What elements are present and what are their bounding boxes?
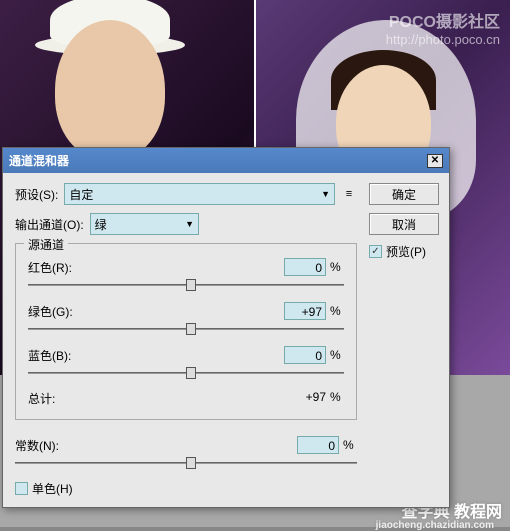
red-slider[interactable] <box>28 278 344 292</box>
percent-unit: % <box>330 348 344 362</box>
monochrome-label: 单色(H) <box>32 480 73 497</box>
constant-value[interactable]: 0 <box>297 436 339 454</box>
blue-slider-thumb[interactable] <box>186 367 196 379</box>
green-slider[interactable] <box>28 322 344 336</box>
close-button[interactable]: ✕ <box>427 154 443 168</box>
percent-unit: % <box>330 304 344 318</box>
cancel-button[interactable]: 取消 <box>369 213 439 235</box>
constant-label: 常数(N): <box>15 437 75 454</box>
chevron-down-icon: ▼ <box>321 189 330 199</box>
percent-unit: % <box>330 260 344 274</box>
red-slider-thumb[interactable] <box>186 279 196 291</box>
close-icon: ✕ <box>431 155 439 166</box>
preset-menu-icon[interactable]: ≡ <box>341 186 357 202</box>
preview-label: 预览(P) <box>386 243 426 260</box>
group-title: 源通道 <box>24 236 68 253</box>
output-channel-value: 绿 <box>95 216 107 233</box>
output-channel-combo[interactable]: 绿 ▼ <box>90 213 199 235</box>
dialog-title: 通道混和器 <box>9 152 69 169</box>
percent-unit: % <box>330 390 344 407</box>
chevron-down-icon: ▼ <box>185 219 194 229</box>
blue-value[interactable]: 0 <box>284 346 326 364</box>
red-value[interactable]: 0 <box>284 258 326 276</box>
green-label: 绿色(G): <box>28 303 88 320</box>
ok-button[interactable]: 确定 <box>369 183 439 205</box>
total-value: +97 <box>306 390 326 407</box>
constant-slider[interactable] <box>15 456 357 470</box>
blue-label: 蓝色(B): <box>28 347 88 364</box>
monochrome-checkbox[interactable] <box>15 482 28 495</box>
dialog-titlebar[interactable]: 通道混和器 ✕ <box>3 148 449 173</box>
source-channels-group: 源通道 红色(R): 0 % 绿色(G): +97 % <box>15 243 357 420</box>
percent-unit: % <box>343 438 357 452</box>
green-value[interactable]: +97 <box>284 302 326 320</box>
output-channel-label: 输出通道(O): <box>15 216 84 233</box>
red-label: 红色(R): <box>28 259 88 276</box>
watermark-poco: POCO摄影社区 http://photo.poco.cn <box>386 8 500 47</box>
channel-mixer-dialog: 通道混和器 ✕ 预设(S): 自定 ▼ ≡ 输出通道(O): 绿 ▼ <box>2 147 450 508</box>
preset-label: 预设(S): <box>15 186 58 203</box>
total-label: 总计: <box>28 390 55 407</box>
constant-slider-thumb[interactable] <box>186 457 196 469</box>
preset-value: 自定 <box>69 186 93 203</box>
watermark-line1: POCO摄影社区 <box>386 8 500 32</box>
preview-checkbox[interactable]: ✓ <box>369 245 382 258</box>
green-slider-thumb[interactable] <box>186 323 196 335</box>
blue-slider[interactable] <box>28 366 344 380</box>
preset-combo[interactable]: 自定 ▼ <box>64 183 335 205</box>
watermark-line2: http://photo.poco.cn <box>386 32 500 47</box>
